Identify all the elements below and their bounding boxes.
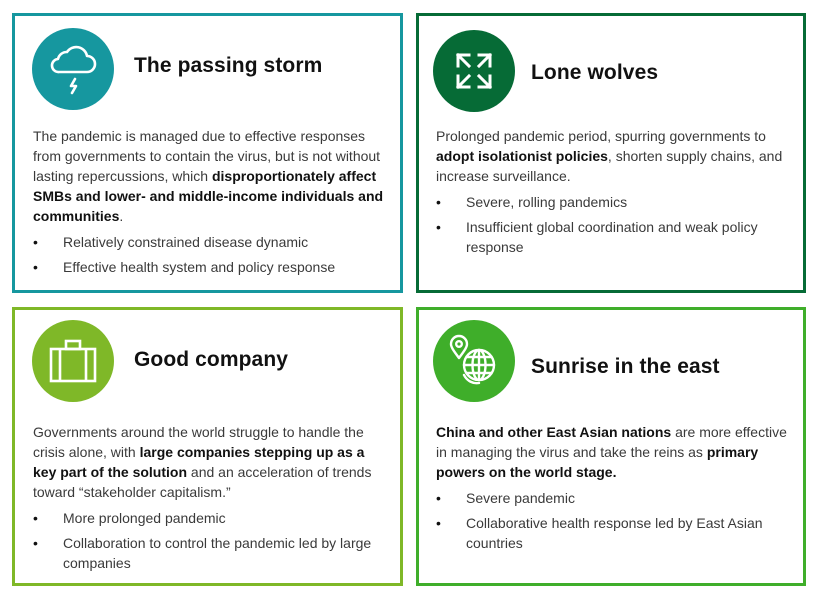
emphasis-text: adopt isolationist policies [436, 148, 608, 164]
emphasis-text: China and other East Asian nations [436, 424, 672, 440]
bullet-text: More prolonged pandemic [63, 510, 226, 526]
icon-circle [32, 320, 114, 402]
bullet-dot: • [33, 234, 38, 250]
card-title: The passing storm [134, 54, 323, 77]
icon-circle [32, 28, 114, 110]
icon-circle [433, 30, 515, 112]
scenario-card-sunrise-east: Sunrise in the east China and other East… [416, 307, 806, 586]
scenario-card-good-company: Good company Governments around the worl… [12, 307, 403, 586]
expand-arrows-icon [454, 51, 494, 91]
bullet-text: Severe pandemic [466, 490, 575, 506]
bullet-item: • Severe pandemic [436, 488, 789, 508]
card-description: Governments around the world struggle to… [33, 422, 386, 502]
bullet-list: • Relatively constrained disease dynamic … [33, 232, 386, 277]
bullet-item: • Relatively constrained disease dynamic [33, 232, 386, 252]
bullet-dot: • [33, 535, 38, 551]
card-description: The pandemic is managed due to effective… [33, 126, 386, 226]
bullet-list: • Severe pandemic • Collaborative health r… [436, 488, 789, 553]
bullet-dot: • [436, 490, 441, 506]
card-description: China and other East Asian nations are m… [436, 422, 789, 482]
bullet-item: • More prolonged pandemic [33, 508, 386, 528]
scenario-card-lone-wolves: Lone wolves Prolonged pandemic period, s… [416, 13, 806, 293]
bullet-dot: • [436, 219, 441, 235]
bullet-dot: • [436, 515, 441, 531]
bullet-item: • Collaborative health response led by Ea… [436, 513, 789, 553]
bullet-dot: • [33, 259, 38, 275]
bullet-text: Severe, rolling pandemics [466, 194, 628, 210]
icon-circle [433, 320, 515, 402]
bullet-list: • Severe, rolling pandemics • Insufficient… [436, 192, 789, 257]
scenario-card-passing-storm: The passing storm The pandemic is manage… [12, 13, 403, 293]
description-text: Prolonged pandemic period, spurring gove… [436, 128, 766, 144]
bullet-dot: • [33, 510, 38, 526]
card-title: Lone wolves [531, 61, 659, 84]
card-title: Sunrise in the east [531, 355, 720, 378]
card-title: Good company [134, 348, 289, 371]
bullet-text: Insufficient global coordination and wea… [466, 219, 758, 255]
card-body: Prolonged pandemic period, spurring gove… [436, 126, 789, 262]
cloud-lightning-icon [48, 42, 98, 96]
card-description: Prolonged pandemic period, spurring gove… [436, 126, 789, 186]
briefcase-icon [48, 338, 98, 384]
bullet-item: • Severe, rolling pandemics [436, 192, 789, 212]
bullet-text: Effective health system and policy respo… [63, 259, 336, 275]
bullet-item: • Insufficient global coordination and we… [436, 217, 789, 257]
bullet-text: Relatively constrained disease dynamic [63, 234, 309, 250]
bullet-list: • More prolonged pandemic • Collaboration … [33, 508, 386, 573]
bullet-text: Collaborative health response led by Eas… [466, 515, 763, 551]
globe-location-icon [447, 334, 501, 388]
description-text: . [119, 208, 124, 224]
card-body: The pandemic is managed due to effective… [33, 126, 386, 282]
bullet-dot: • [436, 194, 441, 210]
bullet-text: Collaboration to control the pandemic le… [63, 535, 372, 571]
card-body: China and other East Asian nations are m… [436, 422, 789, 558]
bullet-item: • Collaboration to control the pandemic l… [33, 533, 386, 573]
bullet-item: • Effective health system and policy resp… [33, 257, 386, 277]
card-body: Governments around the world struggle to… [33, 422, 386, 578]
